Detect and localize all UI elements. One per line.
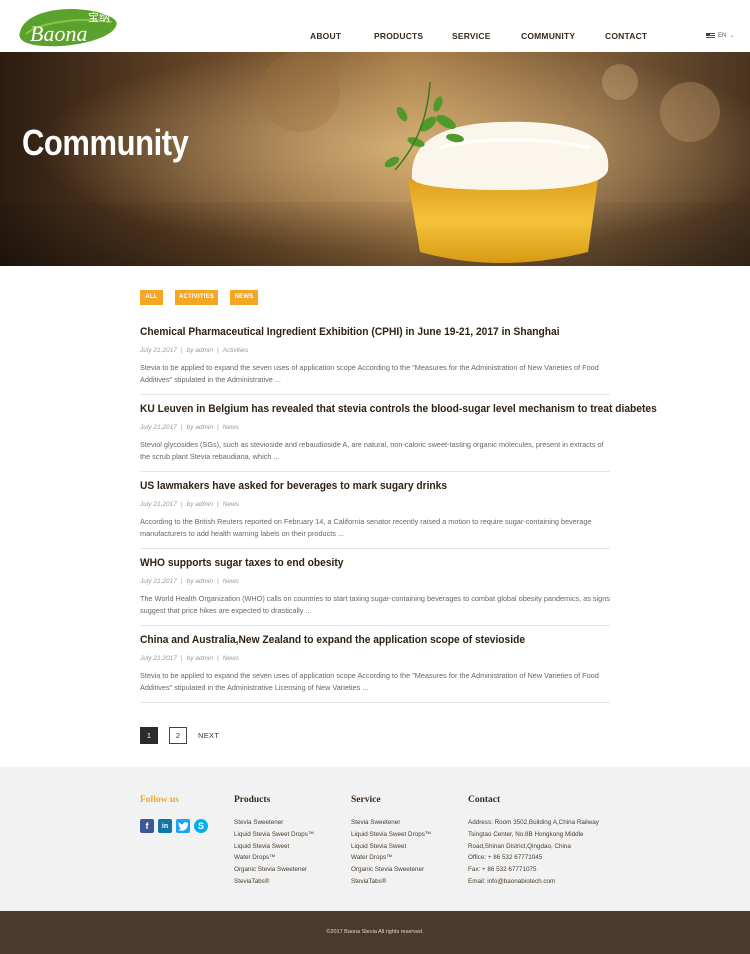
footer-link[interactable]: Water Drops™ <box>234 852 314 864</box>
nav-service[interactable]: SERVICE <box>452 31 491 41</box>
footer-link[interactable]: Organic Stevia Sweetener <box>234 864 314 876</box>
article-meta: July 21,2017 | by admin | Activities <box>140 347 249 354</box>
article-date: July 21,2017 <box>140 501 177 508</box>
article-title-link[interactable]: Chemical Pharmaceutical Ingredient Exhib… <box>140 326 560 338</box>
article-category-link[interactable]: News <box>223 578 239 585</box>
article-author: by admin <box>186 424 213 431</box>
article-category-link[interactable]: Activities <box>223 347 249 354</box>
contact-line: Address: Room 3502,Building A,China Rail… <box>468 819 599 826</box>
article-excerpt: Stevia to be applied to expand the seven… <box>140 363 599 384</box>
products-heading: Products <box>234 795 271 805</box>
article-meta: July 21,2017 | by admin | News <box>140 424 239 431</box>
nav-about[interactable]: ABOUT <box>310 31 341 41</box>
page-1-button[interactable]: 1 <box>140 727 158 744</box>
site-header: Baona 宝纳 ABOUT PRODUCTS SERVICE COMMUNIT… <box>0 0 750 52</box>
contact-section: Contact Address: Room 3502,Building A,Ch… <box>468 795 599 885</box>
article-date: July 21,2017 <box>140 578 177 585</box>
footer-link[interactable]: Stevia Sweetener <box>234 817 314 829</box>
contact-line: Road,Shinan District,Qingdao, China <box>468 842 571 850</box>
article-category-link[interactable]: News <box>223 501 239 508</box>
article-title-link[interactable]: US lawmakers have asked for beverages to… <box>140 480 447 492</box>
article-category-link[interactable]: News <box>223 424 239 431</box>
service-section: Service Stevia Sweetener Liquid Stevia S… <box>351 795 431 885</box>
contact-details: Address: Room 3502,Building A,China Rail… <box>468 817 599 888</box>
products-links: Stevia Sweetener Liquid Stevia Sweet Dro… <box>234 817 314 888</box>
article-title-link[interactable]: China and Australia,New Zealand to expan… <box>140 634 525 646</box>
page-2-button[interactable]: 2 <box>169 727 187 744</box>
article-author: by admin <box>186 347 213 354</box>
nav-products[interactable]: PRODUCTS <box>374 31 423 41</box>
footer-link[interactable]: Liquid Stevia Sweet <box>351 841 431 853</box>
contact-email-link[interactable]: Email: info@baonabiotech.com <box>468 876 599 888</box>
footer-link[interactable]: SteviaTabs® <box>234 876 314 888</box>
footer-link[interactable]: Liquid Stevia Sweet Drops™ <box>351 829 431 841</box>
filter-news-button[interactable]: NEWS <box>230 290 258 305</box>
article-meta: July 21,2017 | by admin | News <box>140 578 239 585</box>
main-nav: ABOUT PRODUCTS SERVICE COMMUNITY CONTACT <box>0 31 750 43</box>
article-title-link[interactable]: WHO supports sugar taxes to end obesity <box>140 557 344 569</box>
copyright-text: ©2017 Baona Stevia All rights reserved. <box>326 929 424 935</box>
svg-text:宝纳: 宝纳 <box>88 10 110 24</box>
facebook-icon[interactable]: f <box>140 819 154 833</box>
article-author: by admin <box>186 655 213 662</box>
article-date: July 21,2017 <box>140 424 177 431</box>
contact-line: Fax: + 86 532 67771075 <box>468 866 537 874</box>
next-page-button[interactable]: NEXT <box>198 727 219 744</box>
article-title-link[interactable]: KU Leuven in Belgium has revealed that s… <box>140 403 657 415</box>
copyright-bar: ©2017 Baona Stevia All rights reserved. <box>0 911 750 954</box>
contact-heading: Contact <box>468 795 501 805</box>
linkedin-icon[interactable]: in <box>158 819 172 833</box>
language-label: EN <box>718 32 727 39</box>
article-excerpt: According to the British Reuters reporte… <box>140 517 592 538</box>
language-selector[interactable]: EN ⌄ <box>706 32 734 39</box>
social-links: f in S <box>140 819 208 833</box>
list-item: China and Australia,New Zealand to expan… <box>140 626 610 703</box>
site-footer: Follow us f in S Products Stevia Sweeten… <box>0 767 750 911</box>
nav-contact[interactable]: CONTACT <box>605 31 647 41</box>
footer-link[interactable]: Liquid Stevia Sweet <box>234 841 314 853</box>
article-author: by admin <box>186 578 213 585</box>
article-date: July 21,2017 <box>140 347 177 354</box>
list-item: WHO supports sugar taxes to end obesity … <box>140 549 610 626</box>
contact-line: Office: + 86 532 67771045 <box>468 854 543 862</box>
list-item: US lawmakers have asked for beverages to… <box>140 472 610 549</box>
filter-all-button[interactable]: ALL <box>140 290 163 305</box>
hero-banner: Community <box>0 52 750 266</box>
article-excerpt: Steviol glycosides (SGs), such as stevio… <box>140 440 604 461</box>
filter-activities-button[interactable]: ACTIVITIES <box>175 290 218 305</box>
article-excerpt: Stevia to be applied to expand the seven… <box>140 671 599 692</box>
list-item: Chemical Pharmaceutical Ingredient Exhib… <box>140 318 610 395</box>
footer-link[interactable]: Stevia Sweetener <box>351 817 431 829</box>
contact-line: Tsingtao Center, No.8B Hongkong Middle <box>468 830 584 838</box>
article-category-link[interactable]: News <box>223 655 239 662</box>
products-section: Products Stevia Sweetener Liquid Stevia … <box>234 795 314 885</box>
chevron-down-icon: ⌄ <box>729 33 735 39</box>
footer-link[interactable]: SteviaTabs® <box>351 876 431 888</box>
article-author: by admin <box>186 501 213 508</box>
article-date: July 21,2017 <box>140 655 177 662</box>
follow-us-section: Follow us f in S <box>140 795 208 833</box>
service-links: Stevia Sweetener Liquid Stevia Sweet Dro… <box>351 817 431 888</box>
skype-icon[interactable]: S <box>194 819 208 833</box>
us-flag-icon <box>706 32 715 39</box>
article-excerpt: The World Health Organization (WHO) call… <box>140 594 610 615</box>
service-heading: Service <box>351 795 381 805</box>
footer-link[interactable]: Organic Stevia Sweetener <box>351 864 431 876</box>
follow-us-heading: Follow us <box>140 795 179 805</box>
twitter-icon[interactable] <box>176 819 190 833</box>
page-title: Community <box>22 122 189 163</box>
footer-link[interactable]: Liquid Stevia Sweet Drops™ <box>234 829 314 841</box>
nav-community[interactable]: COMMUNITY <box>521 31 575 41</box>
article-meta: July 21,2017 | by admin | News <box>140 655 239 662</box>
article-meta: July 21,2017 | by admin | News <box>140 501 239 508</box>
footer-link[interactable]: Water Drops™ <box>351 852 431 864</box>
list-item: KU Leuven in Belgium has revealed that s… <box>140 395 657 472</box>
